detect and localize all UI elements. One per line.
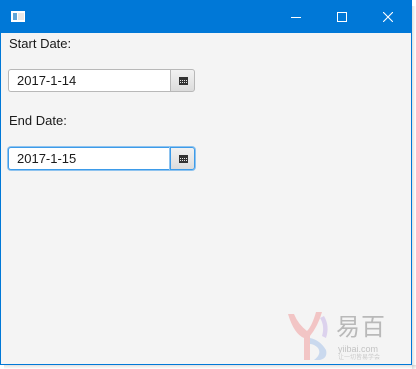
maximize-icon — [337, 12, 347, 22]
close-button[interactable] — [365, 1, 411, 33]
window-shadow — [412, 6, 416, 369]
end-date-calendar-button[interactable] — [170, 147, 195, 170]
close-icon — [383, 12, 393, 22]
start-date-picker[interactable]: 2017-1-14 — [8, 69, 195, 92]
calendar-icon — [179, 155, 188, 163]
end-date-picker[interactable]: 2017-1-15 — [8, 147, 195, 170]
site-watermark: 易百 yiibai.com 让一切皆易学会 — [284, 304, 412, 364]
end-date-label: End Date: — [9, 113, 67, 128]
window-shadow-bottom — [4, 365, 416, 369]
start-date-calendar-button[interactable] — [170, 69, 195, 92]
minimize-button[interactable] — [273, 1, 319, 33]
watermark-tagline: 让一切皆易学会 — [338, 354, 381, 361]
watermark-url: yiibai.com — [338, 344, 379, 354]
app-window-icon[interactable] — [11, 11, 25, 22]
start-date-label: Start Date: — [9, 36, 72, 51]
maximize-button[interactable] — [319, 1, 365, 33]
end-date-field[interactable]: 2017-1-15 — [8, 147, 170, 170]
calendar-icon — [179, 77, 188, 85]
minimize-icon — [291, 17, 301, 18]
watermark-brand: 易百 — [336, 313, 386, 341]
title-bar[interactable] — [1, 1, 411, 33]
start-date-field[interactable]: 2017-1-14 — [8, 69, 170, 92]
watermark-logo-icon — [288, 312, 328, 360]
